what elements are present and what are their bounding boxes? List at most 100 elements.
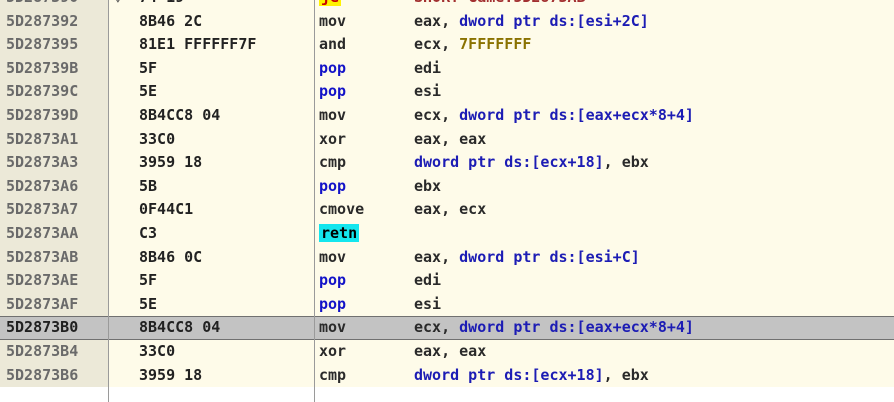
address-cell: 5D28739B — [0, 56, 108, 81]
address-cell: 5D2873AB — [0, 245, 108, 270]
opcode-bytes-cell: 5F — [139, 271, 158, 290]
opcode-bytes-cell: 33C0 — [139, 129, 176, 148]
address-cell: 5D2873B6 — [0, 363, 108, 388]
mnemonic-text: and — [319, 35, 347, 54]
operand-part: SHORT Game.5D2873AB — [414, 0, 586, 6]
operand-part: eax, eax — [414, 342, 487, 360]
address-cell: 5D2873B0 — [0, 316, 108, 340]
instruction-row[interactable]: 5D28739C 5E pop esi — [0, 80, 894, 104]
address-cell: 5D287395 — [0, 33, 108, 57]
instruction-row[interactable]: 5D2873A6 5B pop ebx — [0, 174, 894, 199]
column-separator-address — [108, 0, 109, 402]
mnemonic-cell: cmove — [319, 198, 364, 222]
column-separator-bytes — [314, 0, 315, 402]
operands-cell: eax, dword ptr ds:[esi+2C] — [414, 10, 649, 34]
operands-cell: ecx, dword ptr ds:[eax+ecx*8+4] — [414, 104, 694, 128]
address-cell: 5D28739C — [0, 80, 108, 104]
mnemonic-cell: xor — [319, 128, 346, 152]
mnemonic-cell: pop — [319, 175, 346, 199]
operand-part: , ebx — [603, 153, 649, 172]
operand-part: dword ptr ds:[eax+ecx*8+4] — [459, 318, 694, 337]
operand-part: ecx, — [414, 35, 460, 54]
operand-part: eax, — [414, 247, 460, 266]
instruction-row[interactable]: 5D287392 8B46 2C mov eax, dword ptr ds:[esi… — [0, 9, 894, 34]
mnemonic-cell: pop — [319, 80, 346, 104]
operands-cell: eax, eax — [414, 128, 486, 152]
operands-cell: SHORT Game.5D2873AB — [414, 0, 586, 10]
instruction-row[interactable]: 5D28739D 8B4CC8 04 mov ecx, dword ptr ds:[e… — [0, 104, 894, 128]
mnemonic-cell: retn — [319, 222, 360, 246]
instruction-row[interactable]: 5D2873B4 33C0 xor eax, eax — [0, 340, 894, 364]
opcode-bytes-cell: 8B46 2C — [139, 11, 203, 30]
instruction-row[interactable]: 5D2873AE 5F pop edi — [0, 269, 894, 293]
instruction-row[interactable]: 5D28739B 5F pop edi — [0, 56, 894, 81]
mnemonic-text: pop — [319, 58, 347, 77]
operand-part: ecx, — [414, 318, 460, 337]
operands-cell: dword ptr ds:[ecx+18], ebx — [414, 151, 649, 175]
operand-part: dword ptr ds:[ecx+18] — [414, 153, 604, 172]
address-cell: 5D287392 — [0, 9, 108, 34]
operand-part: , ebx — [603, 365, 649, 384]
opcode-bytes-cell: 5E — [139, 294, 158, 313]
mnemonic-text: pop — [319, 294, 347, 313]
instruction-row[interactable]: 5D287395 81E1 FFFFFF7F and ecx, 7FFFFFFF — [0, 33, 894, 57]
operands-cell: edi — [414, 269, 441, 293]
opcode-bytes-cell: 0F44C1 — [139, 200, 194, 219]
address-cell: 5D2873AE — [0, 269, 108, 293]
address-cell: 5D2873A3 — [0, 151, 108, 175]
mnemonic-cell: pop — [319, 57, 346, 81]
selected-instruction-row[interactable]: 5D2873B0 8B4CC8 04 mov ecx, dword ptr ds:[e… — [0, 316, 894, 340]
instruction-row[interactable]: 5D2873A7 0F44C1 cmove eax, ecx — [0, 198, 894, 222]
opcode-bytes-cell: 81E1 FFFFFF7F — [139, 35, 257, 54]
operands-cell: eax, ecx — [414, 198, 486, 222]
address-cell: 5D28739D — [0, 104, 108, 128]
instruction-row[interactable]: 5D2873AA C3 retn — [0, 222, 894, 246]
address-cell: 5D2873A7 — [0, 198, 108, 222]
mnemonic-text: mov — [319, 11, 347, 30]
opcode-bytes-cell: 3959 18 — [139, 365, 203, 384]
address-cell: 5D2873AF — [0, 292, 108, 317]
operand-part: ebx — [414, 176, 442, 195]
operands-cell: eax, eax — [414, 340, 486, 364]
opcode-bytes-cell: C3 — [139, 224, 158, 242]
opcode-bytes-cell: 5B — [139, 176, 158, 195]
operand-part: eax, — [414, 11, 460, 30]
mnemonic-cell: xor — [319, 340, 346, 364]
mnemonic-text: mov — [319, 247, 347, 266]
mnemonic-text: cmove — [319, 200, 365, 219]
mnemonic-text: mov — [319, 318, 347, 337]
mnemonic-text: xor — [319, 342, 347, 360]
operands-cell: eax, dword ptr ds:[esi+C] — [414, 246, 640, 270]
opcode-bytes-cell: 5E — [139, 82, 158, 101]
mnemonic-cell: mov — [319, 246, 346, 270]
instruction-row[interactable]: 5D2873AB 8B46 0C mov eax, dword ptr ds:[esi… — [0, 245, 894, 270]
operand-part: edi — [414, 271, 442, 290]
instruction-row[interactable]: 5D2873A3 3959 18 cmp dword ptr ds:[ecx+18],… — [0, 151, 894, 175]
opcode-bytes-cell: 8B4CC8 04 — [139, 106, 221, 124]
mnemonic-cell: and — [319, 33, 346, 57]
opcode-bytes-cell: 74 19 — [139, 0, 184, 10]
mnemonic-cell: mov — [319, 104, 346, 128]
jump-arrow-icon: ⌄ — [114, 0, 122, 10]
mnemonic-cell: cmp — [319, 364, 346, 388]
instruction-row[interactable]: 5D2873AF 5E pop esi — [0, 292, 894, 317]
address-cell: 5D2873B4 — [0, 340, 108, 364]
opcode-bytes-cell: 8B4CC8 04 — [139, 318, 221, 337]
operand-part: ecx, — [414, 106, 460, 124]
mnemonic-text: cmp — [319, 153, 347, 172]
instruction-row[interactable]: 5D2873B6 3959 18 cmp dword ptr ds:[ecx+18],… — [0, 363, 894, 388]
address-cell: 5D2873A1 — [0, 127, 108, 152]
mnemonic-text: xor — [319, 129, 347, 148]
operand-part: eax, eax — [414, 129, 487, 148]
mnemonic-text: pop — [319, 271, 347, 290]
instruction-row[interactable]: 5D287390 ⌄ 74 19 je SHORT Game.5D2873AB — [0, 0, 894, 10]
opcode-bytes-cell: 5F — [139, 58, 158, 77]
operand-part: dword ptr ds:[esi+2C] — [459, 11, 649, 30]
disassembly-listing[interactable]: 5D287390⌄74 19jeSHORT Game.5D2873AB5D287… — [0, 0, 894, 402]
operand-part: esi — [414, 294, 442, 313]
mnemonic-cell: mov — [319, 10, 346, 34]
operand-part: dword ptr ds:[esi+C] — [459, 247, 640, 266]
instruction-row[interactable]: 5D2873A1 33C0 xor eax, eax — [0, 127, 894, 152]
mnemonic-text: cmp — [319, 365, 347, 384]
operands-cell: ebx — [414, 175, 441, 199]
